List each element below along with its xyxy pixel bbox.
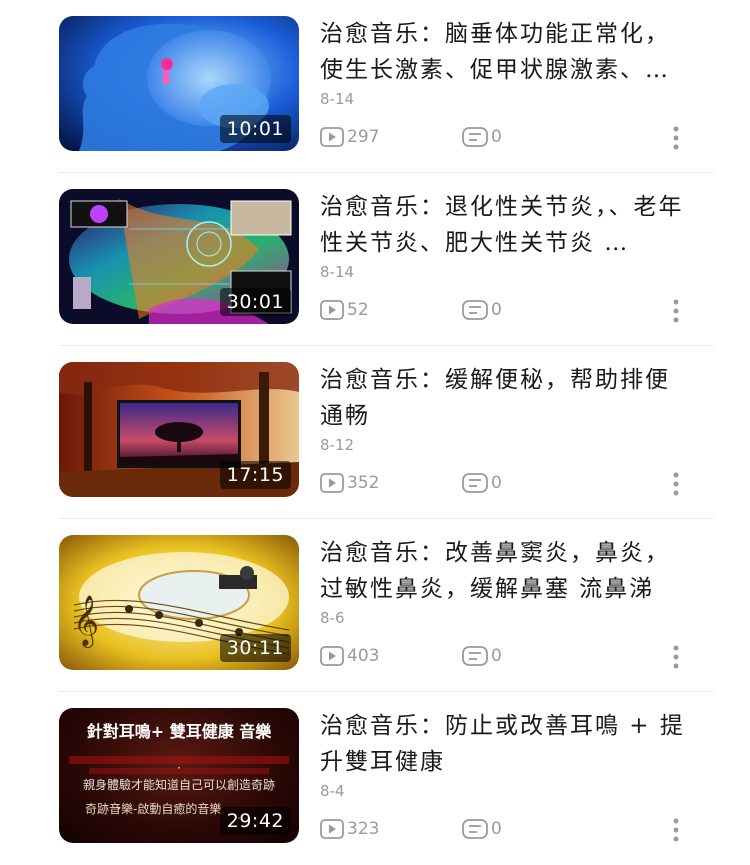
upload-date: 8-4: [320, 782, 345, 800]
upload-date: 8-14: [320, 90, 355, 108]
view-count-value: 352: [347, 473, 380, 493]
comment-icon: [462, 300, 488, 320]
upload-date: 8-14: [320, 263, 355, 281]
comment-count-value: 0: [491, 819, 502, 839]
thumb-line-2: 親身體驗才能知道自己可以創造奇跡: [82, 778, 275, 792]
comment-count-value: 0: [491, 300, 502, 320]
view-count-value: 323: [347, 819, 380, 839]
play-icon: [320, 646, 344, 666]
comment-count-value: 0: [491, 473, 502, 493]
video-title[interactable]: 治愈音乐：改善鼻窦炎，鼻炎，过敏性鼻炎，缓解鼻塞 流鼻涕: [320, 535, 685, 607]
comment-count-value: 0: [491, 127, 502, 147]
video-thumbnail[interactable]: 針對耳鳴+ 雙耳健康 音樂 親身體驗才能知道自己可以創造奇跡 奇跡音樂-啟動自癒…: [59, 708, 299, 843]
duration-badge: 29:42: [219, 807, 291, 835]
play-icon: [320, 473, 344, 493]
duration-badge: 30:01: [219, 288, 291, 316]
comment-count: 0: [462, 297, 502, 323]
more-options-icon[interactable]: [666, 470, 686, 498]
svg-text:𝄞: 𝄞: [73, 595, 99, 648]
comment-count: 0: [462, 816, 502, 842]
comment-icon: [462, 473, 488, 493]
comment-icon: [462, 127, 488, 147]
more-options-icon[interactable]: [666, 297, 686, 325]
more-options-icon[interactable]: [666, 643, 686, 671]
view-count: 323: [320, 816, 379, 842]
video-thumbnail[interactable]: 10:01: [59, 16, 299, 151]
play-icon: [320, 300, 344, 320]
video-list: 10:01 治愈音乐：脑垂体功能正常化，使生长激素、促甲状腺激素、… 8-14 …: [0, 0, 750, 865]
video-item[interactable]: 17:15 治愈音乐：缓解便秘，帮助排便通畅 8-12 352 0: [0, 346, 750, 519]
video-thumbnail[interactable]: 𝄞 30:11: [59, 535, 299, 670]
more-options-icon[interactable]: [666, 816, 686, 844]
comment-icon: [462, 819, 488, 839]
view-count-value: 52: [347, 300, 369, 320]
view-count-value: 297: [347, 127, 380, 147]
video-item[interactable]: 𝄞 30:11 治愈音乐：改善鼻窦炎，鼻炎，过敏性鼻炎，缓解鼻塞 流鼻涕 8-6…: [0, 519, 750, 692]
comment-count: 0: [462, 643, 502, 669]
video-item[interactable]: 30:01 治愈音乐：退化性关节炎，、老年性关节炎、肥大性关节炎 … 8-14 …: [0, 173, 750, 346]
view-count: 352: [320, 470, 379, 496]
view-count-value: 403: [347, 646, 380, 666]
upload-date: 8-12: [320, 436, 355, 454]
video-item[interactable]: 針對耳鳴+ 雙耳健康 音樂 親身體驗才能知道自己可以創造奇跡 奇跡音樂-啟動自癒…: [0, 692, 750, 865]
thumb-headline: 針對耳鳴+ 雙耳健康 音樂: [86, 722, 272, 741]
video-title[interactable]: 治愈音乐：防止或改善耳鳴 + 提升雙耳健康: [320, 708, 685, 780]
duration-badge: 10:01: [219, 115, 291, 143]
view-count: 403: [320, 643, 379, 669]
view-count: 52: [320, 297, 369, 323]
video-title[interactable]: 治愈音乐：退化性关节炎，、老年性关节炎、肥大性关节炎 …: [320, 189, 685, 261]
video-thumbnail[interactable]: 30:01: [59, 189, 299, 324]
comment-icon: [462, 646, 488, 666]
play-icon: [320, 127, 344, 147]
more-options-icon[interactable]: [666, 124, 686, 152]
play-icon: [320, 819, 344, 839]
video-title[interactable]: 治愈音乐：脑垂体功能正常化，使生长激素、促甲状腺激素、…: [320, 16, 685, 88]
video-item[interactable]: 10:01 治愈音乐：脑垂体功能正常化，使生长激素、促甲状腺激素、… 8-14 …: [0, 0, 750, 173]
video-title[interactable]: 治愈音乐：缓解便秘，帮助排便通畅: [320, 362, 685, 434]
comment-count-value: 0: [491, 646, 502, 666]
view-count: 297: [320, 124, 379, 150]
duration-badge: 17:15: [219, 461, 291, 489]
comment-count: 0: [462, 124, 502, 150]
comment-count: 0: [462, 470, 502, 496]
video-thumbnail[interactable]: 17:15: [59, 362, 299, 497]
duration-badge: 30:11: [219, 634, 291, 662]
upload-date: 8-6: [320, 609, 345, 627]
